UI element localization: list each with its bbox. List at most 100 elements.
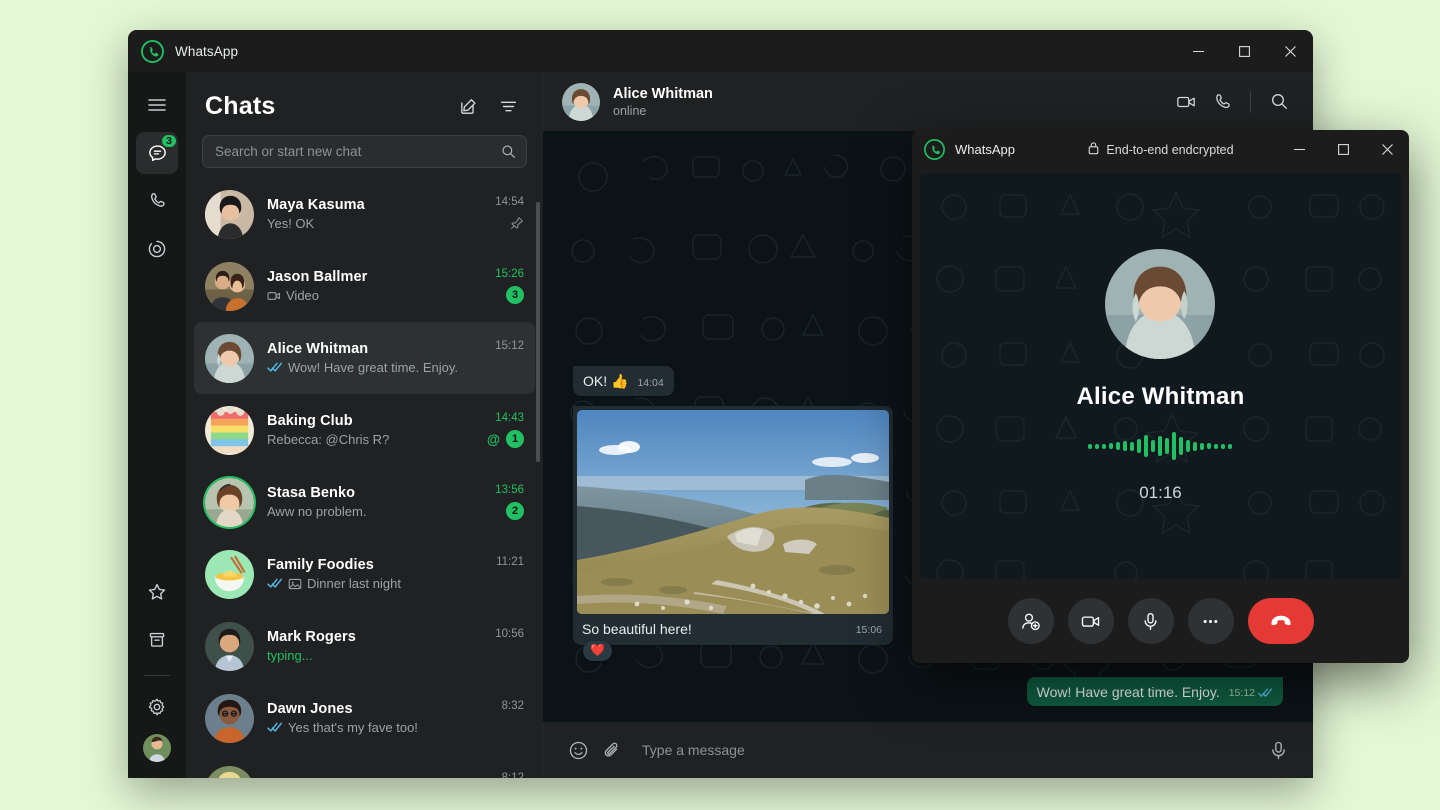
more-options-button[interactable]	[1188, 598, 1234, 644]
switch-to-video-button[interactable]	[1068, 598, 1114, 644]
image-message-bubble[interactable]: So beautiful here! 15:06 ❤️	[573, 406, 893, 645]
mute-microphone-button[interactable]	[1128, 598, 1174, 644]
whatsapp-logo-icon	[924, 139, 945, 160]
minimize-button[interactable]	[1175, 30, 1221, 72]
chat-list-scroll: Maya Kasuma Yes! OK 14:54	[186, 178, 543, 778]
chat-list-item-maya-kasuma[interactable]: Maya Kasuma Yes! OK 14:54	[194, 178, 535, 250]
message-composer	[543, 722, 1313, 778]
contact-name: Alice Whitman	[613, 86, 713, 102]
search-input[interactable]	[215, 144, 501, 159]
hamburger-menu-button[interactable]	[136, 84, 178, 126]
search-icon[interactable]	[501, 144, 516, 159]
waveform-bar-17	[1207, 443, 1211, 449]
end-call-button[interactable]	[1248, 598, 1314, 644]
add-participant-button[interactable]	[1008, 598, 1054, 644]
avatar	[205, 262, 254, 311]
chat-preview: Aww no problem.	[267, 504, 487, 519]
chat-list-pane: Chats	[186, 72, 543, 778]
call-window-controls	[1277, 130, 1409, 169]
profile-avatar[interactable]	[143, 734, 171, 762]
mention-icon: @	[487, 432, 500, 447]
chat-preview: Yes that's my fave too!	[267, 720, 494, 735]
waveform-bar-6	[1130, 442, 1134, 451]
sidebar-item-calls[interactable]	[136, 180, 178, 222]
header-divider	[1250, 91, 1251, 113]
waveform-bar-8	[1144, 435, 1148, 457]
chat-list-item-ziggy-woodley[interactable]: Ziggy Woodley 8:12	[194, 754, 535, 778]
chat-list-item-family-foodies[interactable]: Family Foodies	[194, 538, 535, 610]
emoji-icon[interactable]	[562, 734, 595, 767]
waveform-bar-3	[1109, 443, 1113, 449]
waveform-bar-19	[1221, 444, 1225, 449]
chat-list-item-mark-rogers[interactable]: Mark Rogers typing... 10:56	[194, 610, 535, 682]
avatar	[205, 190, 254, 239]
maximize-button[interactable]	[1221, 30, 1267, 72]
message-input[interactable]	[642, 742, 1248, 758]
new-chat-button[interactable]	[452, 90, 484, 122]
chat-time: 8:32	[502, 700, 524, 712]
call-stage: Alice Whitman 01:16	[920, 173, 1401, 579]
call-contact-name: Alice Whitman	[1077, 383, 1245, 411]
message-bubble[interactable]: OK! 👍 14:04	[573, 366, 674, 396]
attach-icon[interactable]	[595, 734, 628, 767]
contact-avatar[interactable]	[562, 83, 600, 121]
avatar	[205, 622, 254, 671]
whatsapp-logo-icon	[141, 40, 164, 63]
waveform-bar-20	[1228, 444, 1232, 449]
chat-preview: Wow! Have great time. Enjoy.	[267, 360, 487, 375]
sidebar-item-starred[interactable]	[136, 571, 178, 613]
chat-name: Dawn Jones	[267, 701, 494, 717]
chat-list-item-baking-club[interactable]: Baking Club Rebecca: @Chris R? 14:43 @ 1	[194, 394, 535, 466]
search-box[interactable]	[202, 135, 527, 168]
chat-name: Family Foodies	[267, 557, 488, 573]
chat-name: Stasa Benko	[267, 485, 487, 501]
close-button[interactable]	[1267, 30, 1313, 72]
waveform-bar-7	[1137, 439, 1141, 453]
video-call-button[interactable]	[1170, 86, 1202, 118]
call-minimize-button[interactable]	[1277, 130, 1321, 169]
reaction-badge[interactable]: ❤️	[583, 641, 612, 661]
chat-preview: Dinner last night	[267, 576, 488, 591]
sidebar-item-archived[interactable]	[136, 619, 178, 661]
search-in-chat-button[interactable]	[1263, 86, 1295, 118]
chat-time: 11:21	[496, 556, 524, 568]
image-caption-row: So beautiful here! 15:06	[577, 614, 889, 645]
image-caption: So beautiful here!	[582, 621, 692, 637]
chat-preview: Video	[267, 288, 487, 303]
chat-list-item-dawn-jones[interactable]: Dawn Jones Yes that's my fave too!	[194, 682, 535, 754]
window-controls	[1175, 30, 1313, 72]
chat-time: 14:54	[495, 196, 524, 208]
chat-list-scrollbar[interactable]	[536, 202, 540, 462]
chat-time: 15:26	[495, 268, 524, 280]
call-maximize-button[interactable]	[1321, 130, 1365, 169]
chat-preview-typing: typing...	[267, 648, 487, 663]
chat-preview: Rebecca: @Chris R?	[267, 432, 479, 447]
chat-time: 15:12	[495, 340, 524, 352]
sidebar-item-status[interactable]	[136, 228, 178, 270]
chat-list-item-alice-whitman[interactable]: Alice Whitman Wow! Have great time. Enjo…	[194, 322, 535, 394]
navigation-rail: 3	[128, 72, 186, 778]
message-time: 15:12	[1229, 687, 1273, 699]
call-titlebar: WhatsApp End-to-end endcrypted	[912, 130, 1409, 169]
avatar	[205, 694, 254, 743]
filter-chats-button[interactable]	[492, 90, 524, 122]
chat-name: Jason Ballmer	[267, 269, 487, 285]
video-icon	[267, 289, 281, 303]
chat-list-item-jason-ballmer[interactable]: Jason Ballmer Video 15:2	[194, 250, 535, 322]
message-photo[interactable]	[577, 410, 889, 614]
voice-call-button[interactable]	[1206, 86, 1238, 118]
mic-icon[interactable]	[1262, 734, 1295, 767]
chat-list-item-stasa-benko[interactable]: Stasa Benko Aww no problem. 13:56 2	[194, 466, 535, 538]
sidebar-item-settings[interactable]	[136, 686, 178, 728]
waveform-bar-2	[1102, 444, 1106, 449]
chat-time: 13:56	[495, 484, 524, 496]
call-controls-bar	[912, 579, 1409, 663]
lock-icon	[1087, 141, 1100, 158]
call-close-button[interactable]	[1365, 130, 1409, 169]
sidebar-item-chats[interactable]: 3	[136, 132, 178, 174]
call-info: Alice Whitman 01:16	[1077, 249, 1245, 503]
chats-unread-badge: 3	[160, 133, 178, 149]
waveform-bar-14	[1186, 440, 1190, 452]
message-bubble[interactable]: Wow! Have great time. Enjoy. 15:12	[1027, 677, 1283, 706]
audio-waveform	[1077, 429, 1245, 463]
